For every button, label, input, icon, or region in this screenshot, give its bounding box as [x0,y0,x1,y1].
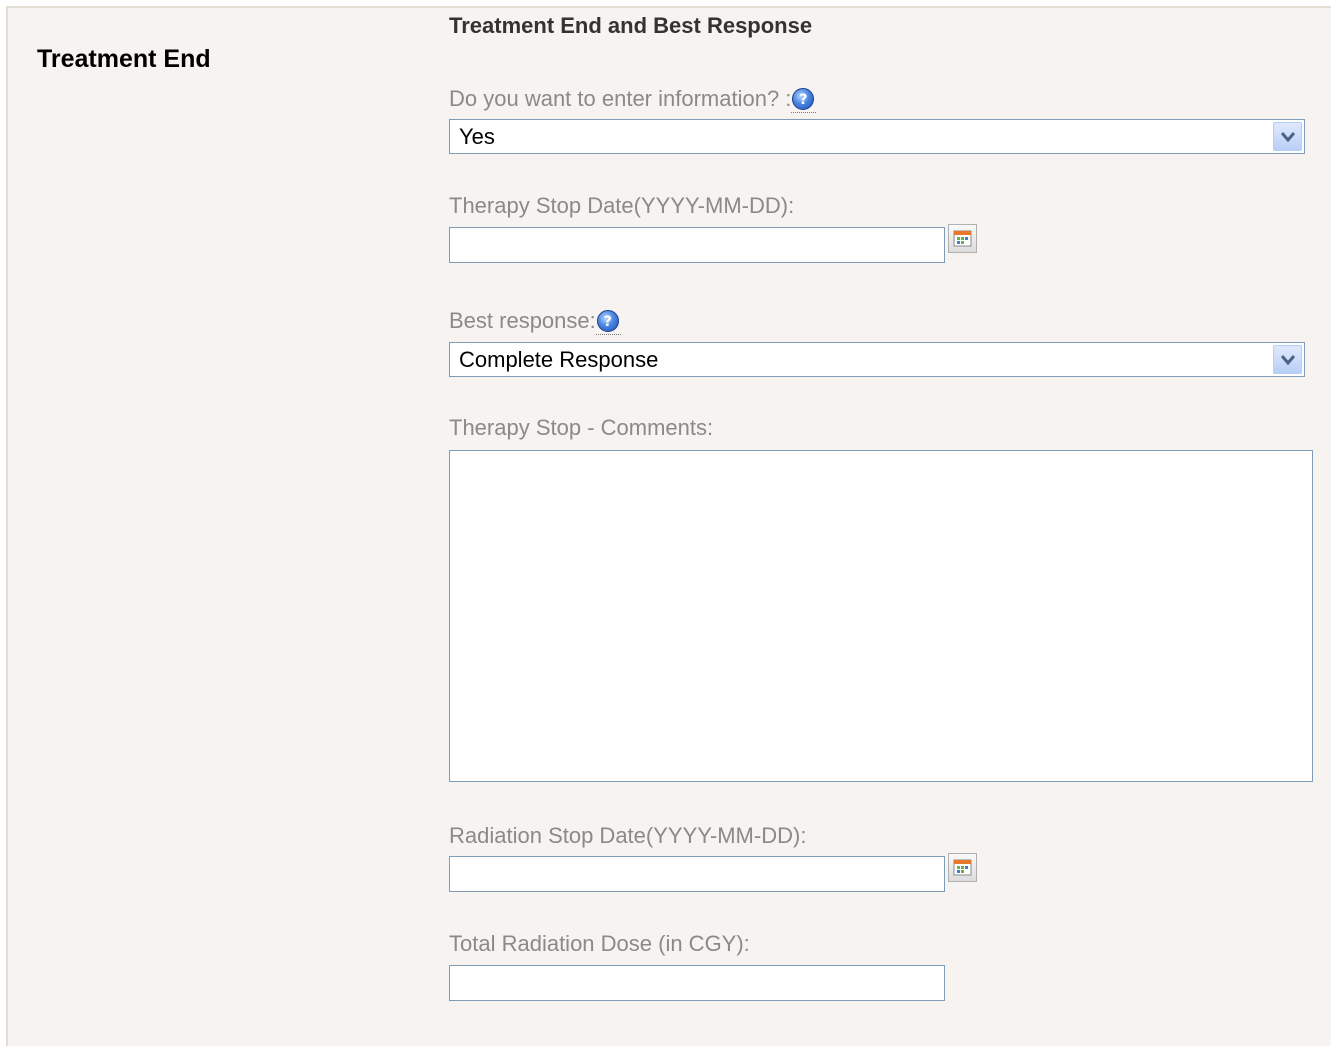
best-response-label-text: Best response: [449,308,596,333]
radiation-stop-date-label: Radiation Stop Date(YYYY-MM-DD): [449,823,807,848]
help-icon: ? [596,310,619,332]
therapy-stop-comments-label: Therapy Stop - Comments: [449,415,714,440]
section-title: Treatment End [37,45,211,73]
chevron-down-icon [1281,355,1295,366]
total-radiation-dose-input[interactable] [449,965,945,1001]
enter-info-help[interactable]: ? [791,84,817,113]
chevron-down-icon [1281,132,1295,143]
calendar-icon [953,859,972,876]
total-radiation-dose-label: Total Radiation Dose (in CGY): [449,931,750,956]
calendar-icon [953,230,972,247]
therapy-stop-comments-textarea[interactable] [449,450,1313,782]
best-response-help[interactable]: ? [595,306,621,335]
form-title: Treatment End and Best Response [449,13,813,38]
radiation-stop-date-input[interactable] [449,856,945,892]
best-response-dropdown-button[interactable] [1273,345,1302,374]
best-response-select-value: Complete Response [459,347,659,372]
therapy-stop-date-calendar-button[interactable] [948,224,977,253]
therapy-stop-date-label: Therapy Stop Date(YYYY-MM-DD): [449,193,795,218]
enter-info-select[interactable]: Yes [449,119,1305,154]
help-icon: ? [792,88,815,110]
enter-info-label-text: Do you want to enter information? : [449,86,792,111]
enter-info-dropdown-button[interactable] [1273,122,1302,151]
radiation-stop-date-calendar-button[interactable] [948,853,977,882]
best-response-select[interactable]: Complete Response [449,342,1305,377]
enter-info-label: Do you want to enter information? :? [449,84,817,113]
therapy-stop-date-input[interactable] [449,227,945,263]
enter-info-select-value: Yes [459,124,495,149]
best-response-label: Best response:? [449,306,621,335]
